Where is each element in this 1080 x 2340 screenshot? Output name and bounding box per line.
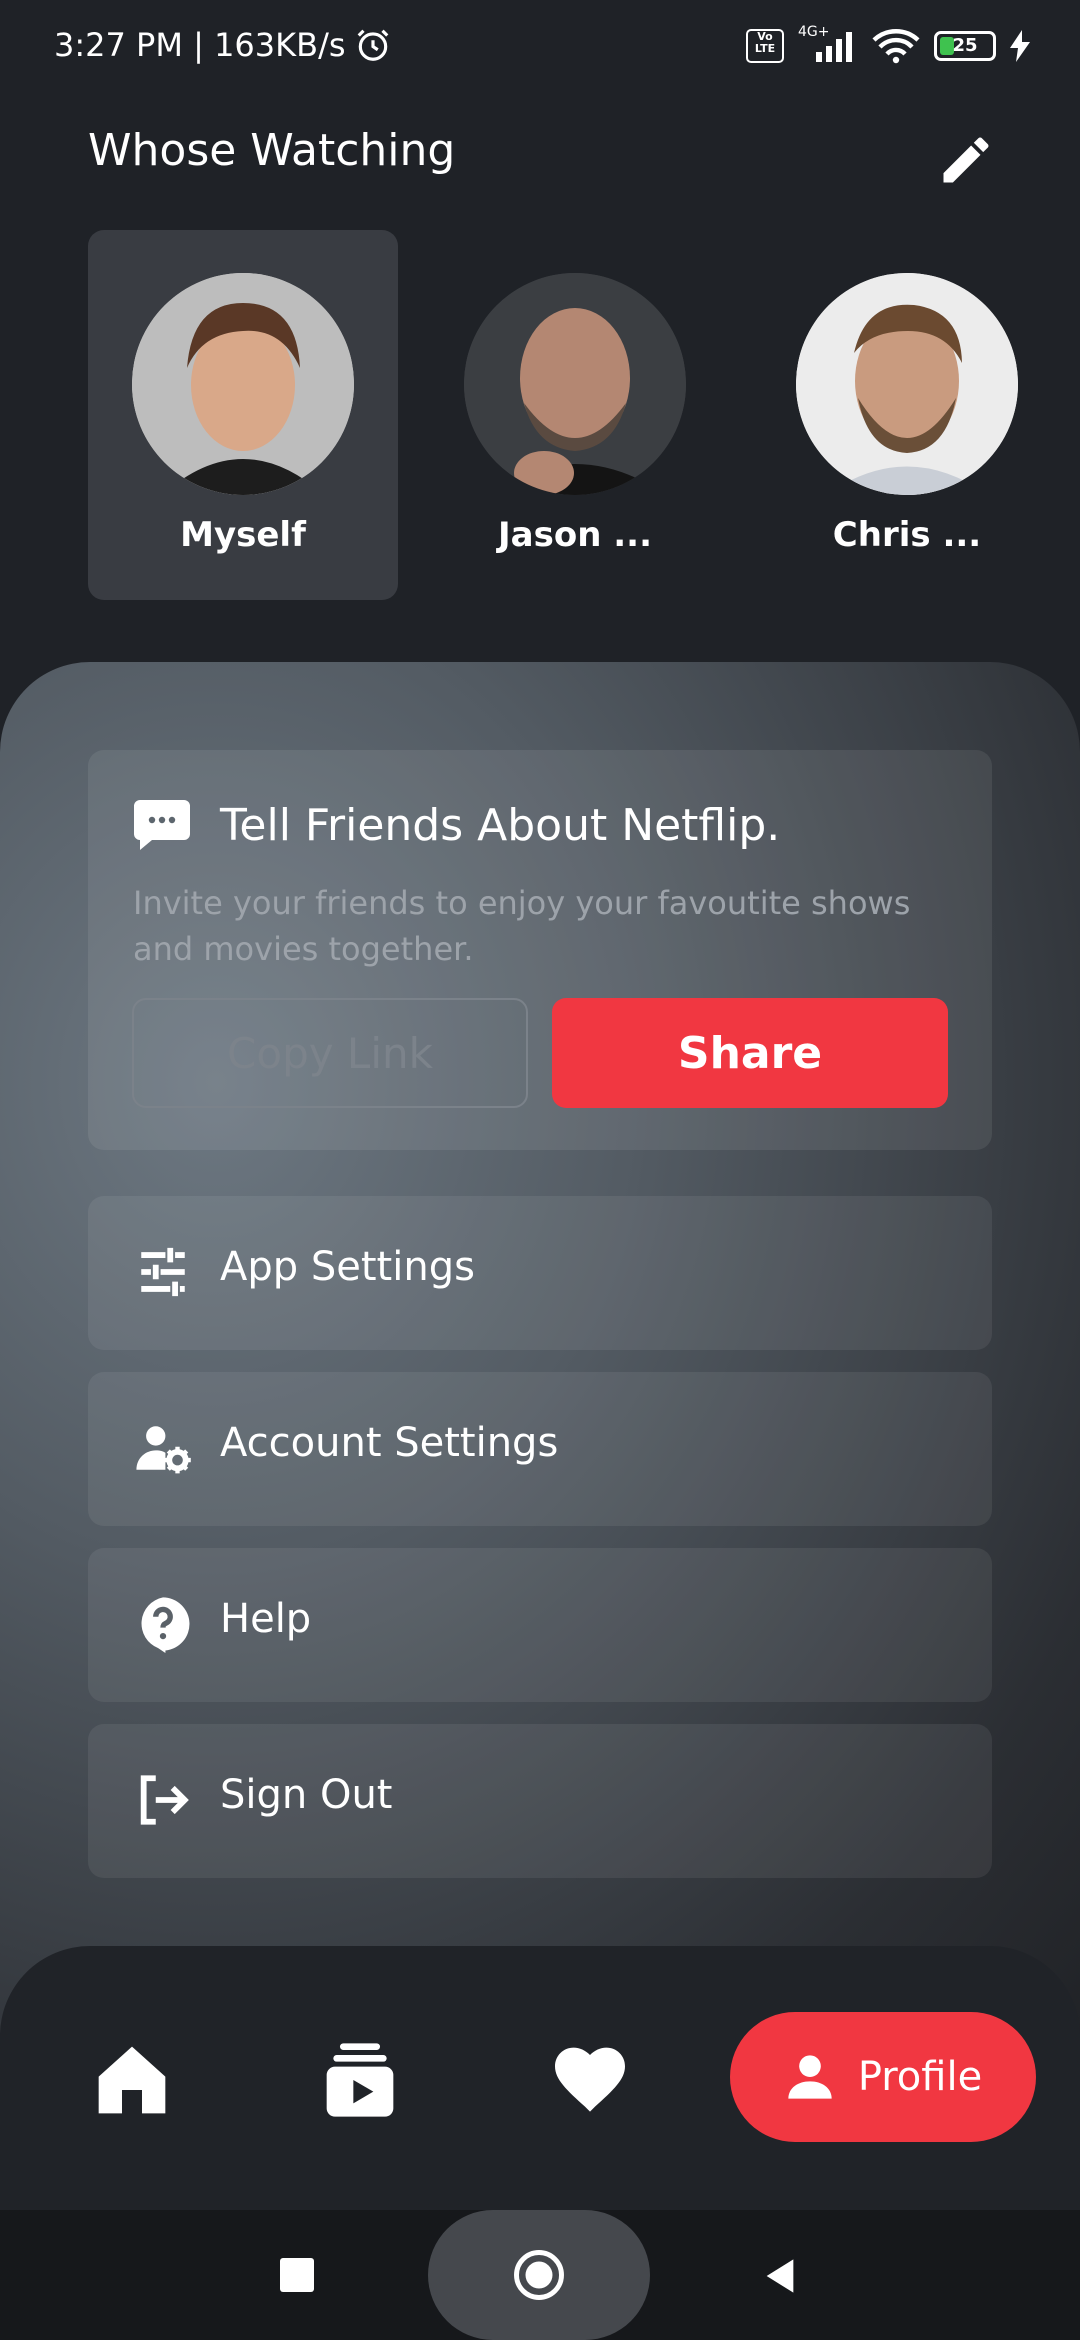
wifi-icon: [872, 29, 920, 64]
recents-button[interactable]: [280, 2258, 314, 2292]
home-icon[interactable]: [92, 2040, 172, 2120]
menu-label: Help: [220, 1596, 312, 1642]
menu-label: Sign Out: [220, 1772, 393, 1818]
system-nav-bar: [0, 2210, 1080, 2340]
battery-icon: 25: [934, 31, 996, 61]
edit-profiles-button[interactable]: [936, 130, 996, 190]
invite-card: Tell Friends About Netflip. Invite your …: [88, 750, 992, 1150]
help-icon: [141, 1597, 190, 1653]
sliders-icon: [141, 1247, 185, 1297]
avatar: [464, 273, 686, 495]
chat-icon: [134, 800, 190, 850]
page-title: Whose Watching: [88, 125, 456, 176]
avatar: [796, 273, 1018, 495]
menu-item-sign-out[interactable]: Sign Out: [88, 1724, 992, 1878]
heart-icon[interactable]: [550, 2040, 630, 2120]
pencil-icon: [943, 137, 989, 183]
settings-panel: Tell Friends About Netflip. Invite your …: [0, 662, 1080, 2062]
nav-profile-label: Profile: [857, 2054, 983, 2100]
invite-description: Invite your friends to enjoy your favout…: [133, 884, 911, 968]
menu-item-app-settings[interactable]: App Settings: [88, 1196, 992, 1350]
user-gear-icon: [136, 1426, 191, 1474]
copy-link-button[interactable]: Copy Link: [132, 998, 528, 1108]
menu-item-help[interactable]: Help: [88, 1548, 992, 1702]
charging-icon: [1010, 30, 1030, 62]
share-button[interactable]: Share: [552, 998, 948, 1108]
profile-icon: [788, 2055, 832, 2099]
nav-profile-button[interactable]: Profile: [730, 2012, 1036, 2142]
volte-icon: Vo LTE: [746, 29, 784, 63]
profile-card-jason[interactable]: Jason ...: [420, 230, 730, 600]
status-right: Vo LTE 4G+ 25: [746, 24, 1030, 64]
menu-label: Account Settings: [220, 1420, 559, 1466]
signal-icon: 4G+: [798, 24, 858, 64]
profile-name: Chris ...: [832, 515, 982, 555]
profile-card-myself[interactable]: Myself: [88, 230, 398, 600]
menu-item-account-settings[interactable]: Account Settings: [88, 1372, 992, 1526]
status-time: 3:27 PM | 163KB/s: [54, 26, 346, 64]
invite-title: Tell Friends About Netflip.: [220, 800, 781, 851]
profile-name: Jason ...: [498, 515, 652, 555]
menu-label: App Settings: [220, 1244, 475, 1290]
alarm-icon: [357, 29, 388, 61]
profile-card-chris[interactable]: Chris ...: [752, 230, 1062, 600]
status-left: 3:27 PM | 163KB/s: [54, 26, 392, 64]
videos-icon[interactable]: [320, 2040, 400, 2120]
status-bar: 3:27 PM | 163KB/s Vo LTE 4G+ 25: [0, 0, 1080, 96]
bottom-nav: Profile: [0, 1946, 1080, 2210]
avatar: [132, 273, 354, 495]
profile-name: Myself: [180, 515, 306, 555]
home-circle-icon: [514, 2250, 564, 2300]
home-system-button[interactable]: [428, 2210, 650, 2340]
sign-out-icon: [140, 1775, 189, 1825]
back-icon[interactable]: [760, 2256, 800, 2296]
